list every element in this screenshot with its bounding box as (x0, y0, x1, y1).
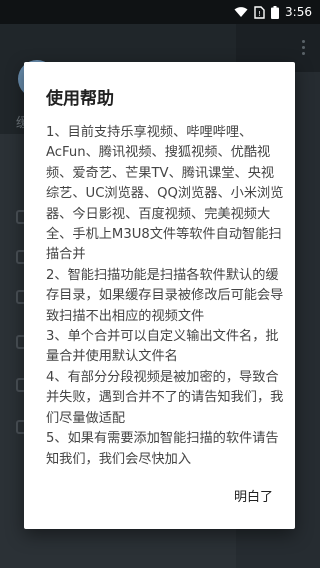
help-paragraph-5: 5、如果有需要添加智能扫描的软件请告知我们，我们会尽快加入 (46, 431, 279, 467)
help-paragraph-3: 3、单个合并可以自定义输出文件名，批量合并使用默认文件名 (46, 329, 279, 365)
status-icons: ! 3:56 (234, 4, 312, 20)
help-dialog: 使用帮助 1、目前支持乐享视频、哔哩哔哩、AcFun、腾讯视频、搜狐视频、优酷视… (24, 62, 295, 529)
status-bar: ! 3:56 (0, 0, 320, 24)
dialog-body: 1、目前支持乐享视频、哔哩哔哩、AcFun、腾讯视频、搜狐视频、优酷视频、爱奇艺… (46, 123, 284, 470)
no-sim-icon: ! (254, 5, 265, 19)
dialog-title: 使用帮助 (46, 89, 114, 109)
battery-icon (271, 5, 280, 19)
confirm-button[interactable]: 明白了 (230, 480, 277, 511)
svg-text:!: ! (258, 10, 261, 18)
help-paragraph-1: 1、目前支持乐享视频、哔哩哔哩、AcFun、腾讯视频、搜狐视频、优酷视频、爱奇艺… (46, 125, 284, 263)
status-time: 3:56 (285, 5, 312, 19)
help-paragraph-4: 4、有部分分段视频是被加密的，导致合并失败，遇到合并不了的请告知我们，我们尽量做… (46, 369, 284, 426)
help-paragraph-2: 2、智能扫描功能是扫描各软件默认的缓存目录，如果缓存目录被修改后可能会导致扫描不… (46, 267, 284, 324)
more-options-icon[interactable] (302, 40, 306, 58)
wifi-icon (234, 7, 248, 17)
